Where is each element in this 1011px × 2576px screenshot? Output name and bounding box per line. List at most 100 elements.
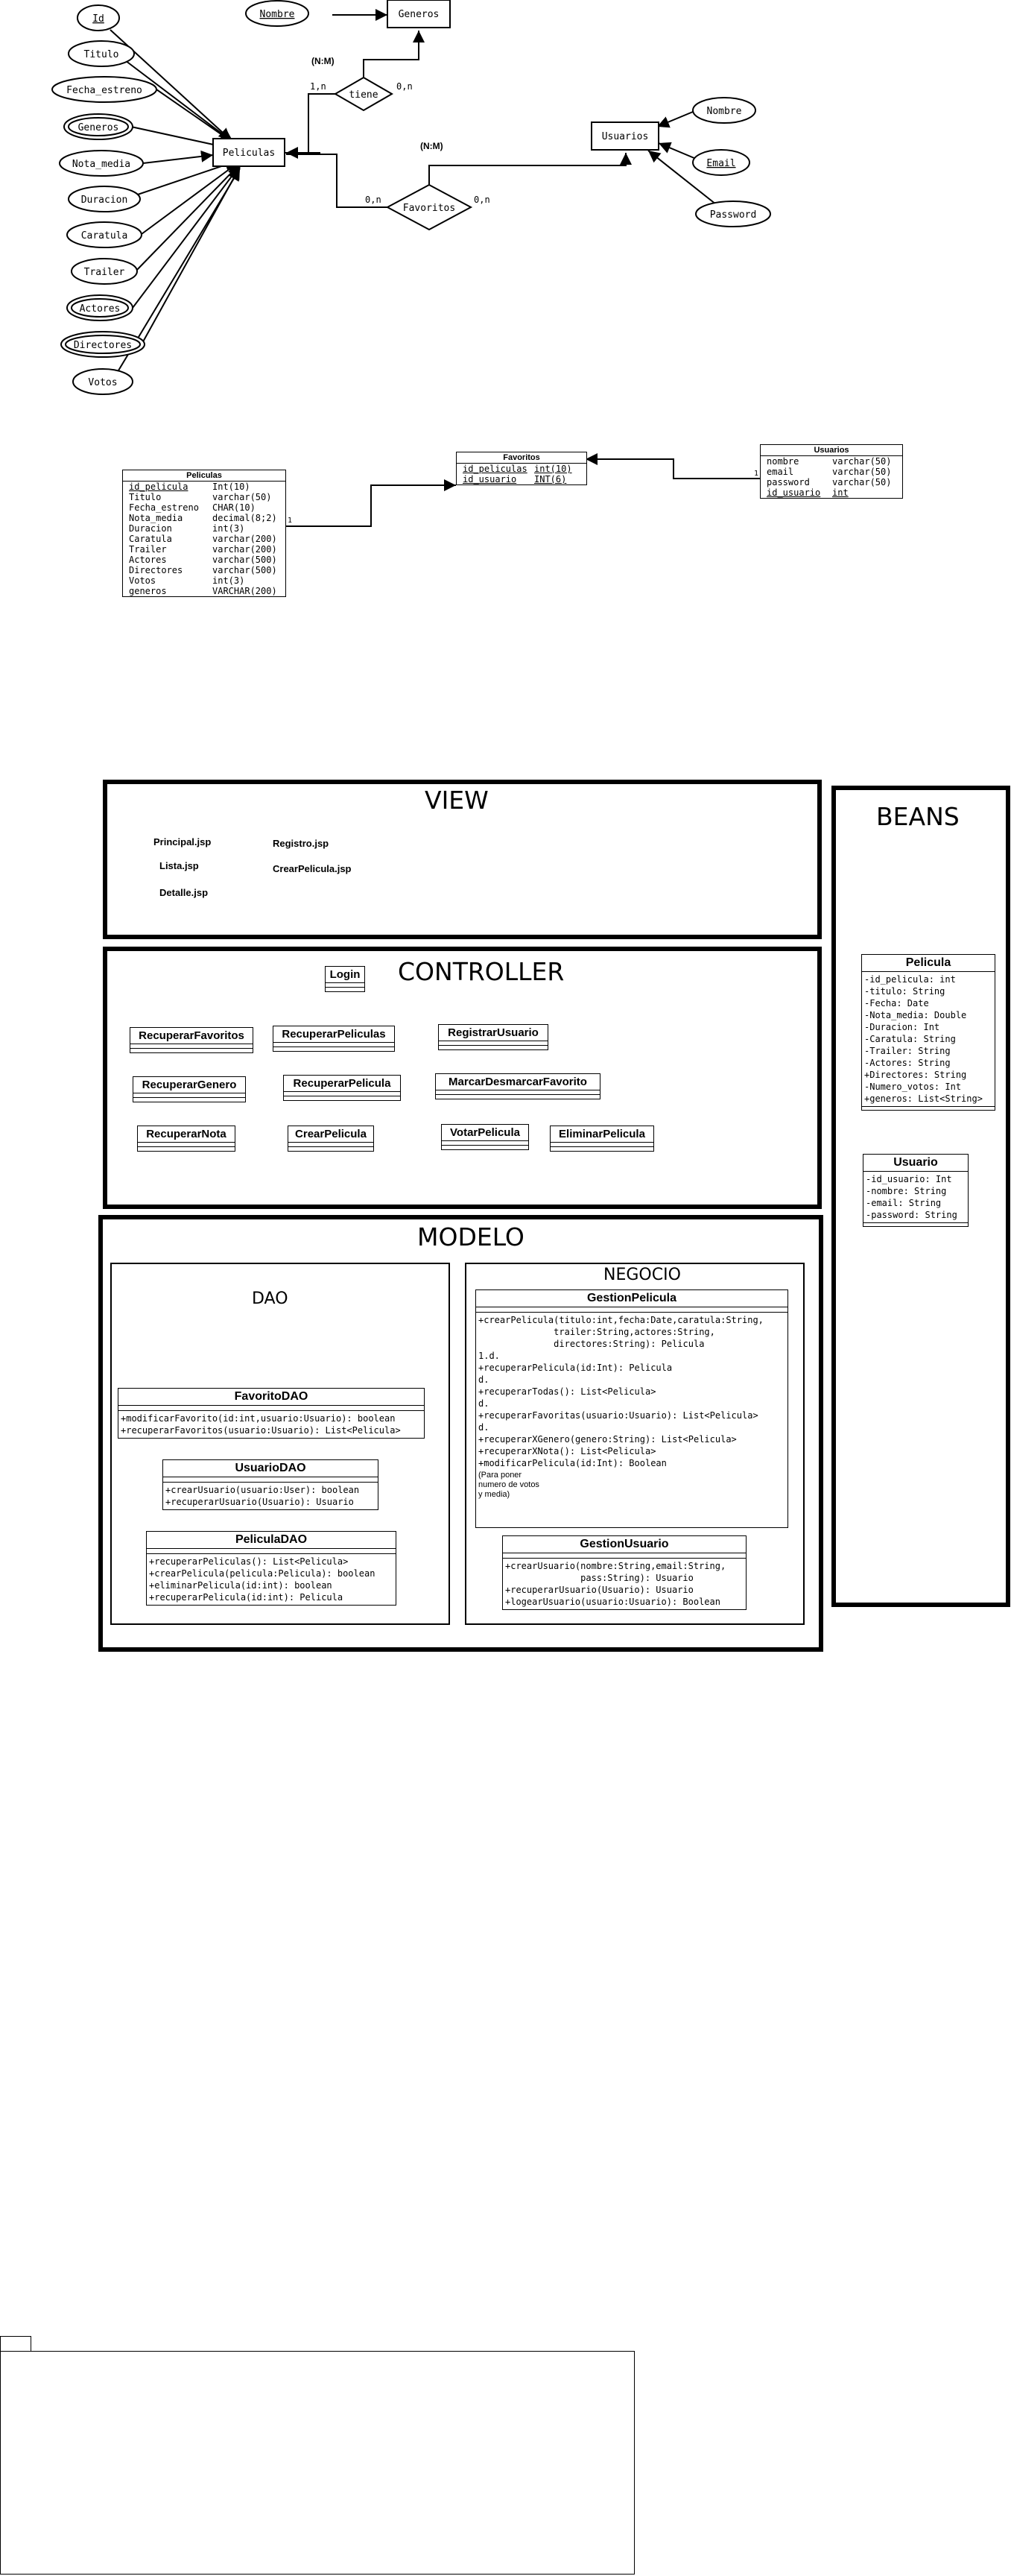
field-type: VARCHAR(200) xyxy=(212,586,277,596)
entity-usuarios-label: Usuarios xyxy=(602,131,649,142)
pelicula-dao-attrs xyxy=(147,1549,396,1554)
table-usuarios-rows: nombre varchar(50) email varchar(50) passwor… xyxy=(761,456,902,498)
controller-class: VotarPelicula xyxy=(441,1124,529,1150)
controller-class: RegistrarUsuario xyxy=(438,1024,548,1050)
controller-class: RecuperarGenero xyxy=(133,1076,246,1102)
table-row: id_peliculas int(10) xyxy=(457,464,586,474)
class-favorito-dao: FavoritoDAO +modificarFavorito(id:int,us… xyxy=(118,1388,425,1439)
bean-pelicula: Pelicula -id_pelicula: int -titulo: Stri… xyxy=(861,954,995,1111)
attr-genero-nombre: Nombre xyxy=(260,9,295,20)
pelicula-dao-name: PeliculaDAO xyxy=(147,1532,396,1549)
table-row: email varchar(50) xyxy=(761,467,902,477)
class-gestion-usuario: GestionUsuario +crearUsuario(nombre:Stri… xyxy=(502,1535,747,1610)
beans-title: BEANS xyxy=(876,802,960,831)
field-type: INT(6) xyxy=(534,474,567,484)
bean-usuario: Usuario -id_usuario: Int -nombre: String… xyxy=(863,1154,969,1227)
table-row: Titulo varchar(50) xyxy=(123,492,285,502)
field-type: varchar(200) xyxy=(212,544,277,555)
field-type: Int(10) xyxy=(212,482,250,492)
view-title: VIEW xyxy=(425,786,489,815)
controller-class-name: RecuperarPeliculas xyxy=(273,1026,394,1043)
field-name: id_usuario xyxy=(463,474,517,484)
controller-class-name: MarcarDesmarcarFavorito xyxy=(436,1074,600,1090)
field-name: generos xyxy=(129,586,167,596)
controller-class: MarcarDesmarcarFavorito xyxy=(435,1073,600,1099)
controller-class-methods xyxy=(284,1096,400,1100)
jsp-detalle: Detalle.jsp xyxy=(159,887,209,898)
attr-generos: Generos xyxy=(78,122,119,133)
class-usuario-dao: UsuarioDAO +crearUsuario(usuario:User): … xyxy=(162,1459,378,1510)
usuario-dao-attrs xyxy=(163,1477,378,1483)
table-row: id_pelicula Int(10) xyxy=(123,482,285,492)
controller-class-name: EliminarPelicula xyxy=(551,1126,653,1143)
controller-class-name: RecuperarGenero xyxy=(133,1077,245,1093)
favorito-dao-methods: +modificarFavorito(id:int,usuario:Usuari… xyxy=(121,1413,401,1436)
controller-class: Login xyxy=(325,966,365,992)
controller-class-methods xyxy=(273,1047,394,1051)
table-row: Fecha_estreno CHAR(10) xyxy=(123,502,285,513)
field-name: id_peliculas xyxy=(463,464,527,474)
fav-left-card: 0,n xyxy=(365,195,381,205)
gestion-pelicula-attrs xyxy=(476,1307,787,1313)
field-type: varchar(50) xyxy=(832,477,892,487)
field-type: varchar(50) xyxy=(212,492,272,502)
field-name: Caratula xyxy=(129,534,172,544)
field-name: Duracion xyxy=(129,523,172,534)
gestion-pelicula-name: GestionPelicula xyxy=(476,1290,787,1307)
tiene-right-card: 0,n xyxy=(396,81,413,92)
field-type: varchar(200) xyxy=(212,534,277,544)
table-peliculas: Peliculas id_pelicula Int(10) Titulo varcha… xyxy=(122,470,286,597)
usuario-dao-methods: +crearUsuario(usuario:User): boolean +re… xyxy=(165,1485,360,1507)
entity-usuarios: Usuarios xyxy=(591,121,659,151)
gestion-pelicula-methods: +crearPelicula(titulo:int,fecha:Date,car… xyxy=(478,1315,764,1468)
tiene-type: (N:M) xyxy=(311,56,335,66)
entity-generos-label: Generos xyxy=(399,9,440,20)
controller-class: RecuperarPeliculas xyxy=(273,1026,395,1052)
field-name: Titulo xyxy=(129,492,162,502)
field-name: email xyxy=(767,467,794,477)
schema-card-right: 1 xyxy=(754,470,758,478)
controller-class-methods xyxy=(436,1095,600,1099)
bean-pelicula-name: Pelicula xyxy=(862,955,995,972)
class-pelicula-dao: PeliculaDAO +recuperarPeliculas(): List<… xyxy=(146,1531,396,1606)
attr-votos: Votos xyxy=(88,377,117,388)
gestion-usuario-attrs xyxy=(503,1553,746,1559)
table-favoritos-rows: id_peliculas int(10) id_usuario INT(6) xyxy=(457,464,586,484)
controller-class: RecuperarNota xyxy=(137,1126,235,1152)
bean-usuario-fields: -id_usuario: Int -nombre: String -email:… xyxy=(866,1174,957,1220)
attr-directores: Directores xyxy=(74,340,132,351)
attr-trailer: Trailer xyxy=(84,267,125,278)
table-row: id_usuario int xyxy=(761,487,902,498)
jsp-registro: Registro.jsp xyxy=(273,838,329,849)
controller-class-methods xyxy=(551,1147,653,1151)
field-type: int(3) xyxy=(212,575,245,586)
pelicula-dao-methods: +recuperarPeliculas(): List<Pelicula> +c… xyxy=(149,1556,375,1603)
relation-tiene: tiene xyxy=(334,76,393,112)
field-name: Directores xyxy=(129,565,183,575)
negocio-title: NEGOCIO xyxy=(603,1266,681,1284)
table-peliculas-rows: id_pelicula Int(10) Titulo varchar(50) Fecha… xyxy=(123,482,285,596)
table-row: Nota_media decimal(8;2) xyxy=(123,513,285,523)
controller-class-name: RecuperarFavoritos xyxy=(130,1028,253,1044)
table-row: password varchar(50) xyxy=(761,477,902,487)
modelo-title: MODELO xyxy=(417,1222,524,1251)
table-row: Caratula varchar(200) xyxy=(123,534,285,544)
usuario-dao-name: UsuarioDAO xyxy=(163,1460,378,1477)
controller-class-methods xyxy=(326,988,364,991)
controller-class-name: CrearPelicula xyxy=(288,1126,373,1143)
table-peliculas-title: Peliculas xyxy=(123,470,285,482)
table-row: generos VARCHAR(200) xyxy=(123,586,285,596)
favoritos-type: (N:M) xyxy=(420,141,443,151)
attr-duracion: Duracion xyxy=(81,195,128,206)
bean-pelicula-fields: -id_pelicula: int -titulo: String -Fecha… xyxy=(864,974,983,1104)
field-type: int xyxy=(832,487,849,498)
table-row: id_usuario INT(6) xyxy=(457,474,586,484)
attr-titulo: Titulo xyxy=(84,49,119,60)
controller-class-methods xyxy=(133,1098,245,1102)
attr-fecha-estreno: Fecha_estreno xyxy=(66,85,142,96)
controller-title: CONTROLLER xyxy=(398,957,565,986)
bean-usuario-divider xyxy=(863,1222,968,1226)
table-row: Directores varchar(500) xyxy=(123,565,285,575)
controller-class-methods xyxy=(439,1046,548,1049)
controller-class-methods xyxy=(288,1147,373,1151)
